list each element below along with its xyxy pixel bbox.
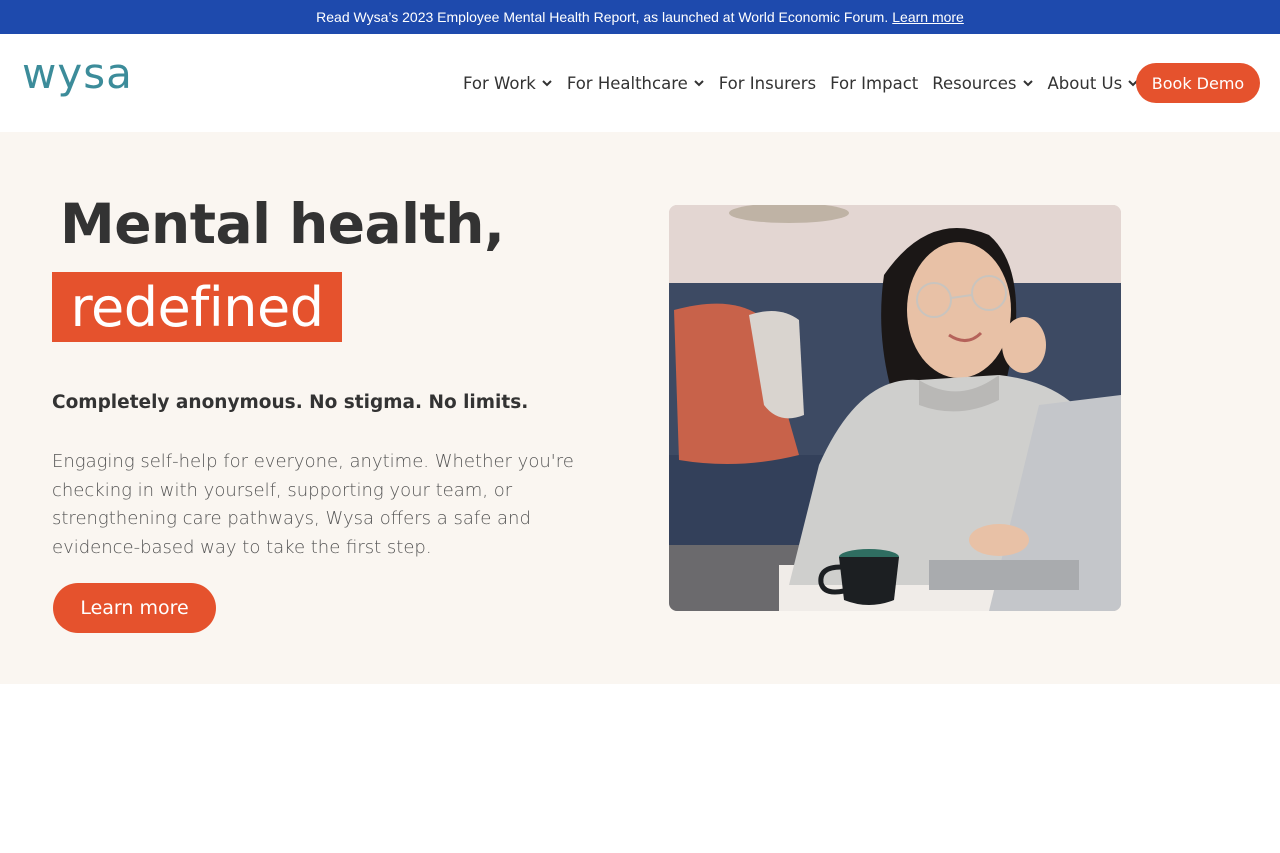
chevron-down-icon [694,80,704,87]
site-header: wysa For Work For Healthcare For Insurer… [0,34,1280,132]
nav-about-us[interactable]: About Us [1048,74,1140,93]
wysa-logo[interactable]: wysa [22,52,148,108]
logo-text: wysa [22,52,133,98]
chevron-down-icon [542,80,552,87]
nav-label: For Work [463,73,536,93]
banner-text: Read Wysa’s 2023 Employee Mental Health … [316,9,889,25]
learn-more-button[interactable]: Learn more [53,583,216,633]
banner-learn-more-link[interactable]: Learn more [892,9,964,25]
hero-headline: Mental health, [60,192,505,256]
book-demo-button[interactable]: Book Demo [1136,63,1260,103]
nav-for-work[interactable]: For Work [463,74,553,93]
nav-label: For Insurers [718,73,817,93]
nav-label: Resources [932,73,1017,93]
chevron-down-icon [1022,80,1033,87]
hero-tagline: Completely anonymous. No stigma. No limi… [52,392,529,413]
nav-for-insurers[interactable]: For Insurers [719,74,816,93]
nav-resources[interactable]: Resources [932,74,1033,93]
hero-description: Engaging self-help for everyone, anytime… [52,451,574,558]
announcement-banner: Read Wysa’s 2023 Employee Mental Health … [0,0,1280,34]
nav-label: For Healthcare [566,73,688,93]
nav-label: About Us [1047,73,1123,93]
hero-section: Mental health, redefined Completely anon… [0,132,1280,684]
nav-for-healthcare[interactable]: For Healthcare [567,74,705,93]
hero-photo [669,205,1121,611]
main-nav: For Work For Healthcare For Insurers For… [463,70,1153,96]
nav-for-impact[interactable]: For Impact [830,74,918,93]
nav-label: For Impact [830,73,919,93]
hero-headline-highlight: redefined [52,272,342,342]
